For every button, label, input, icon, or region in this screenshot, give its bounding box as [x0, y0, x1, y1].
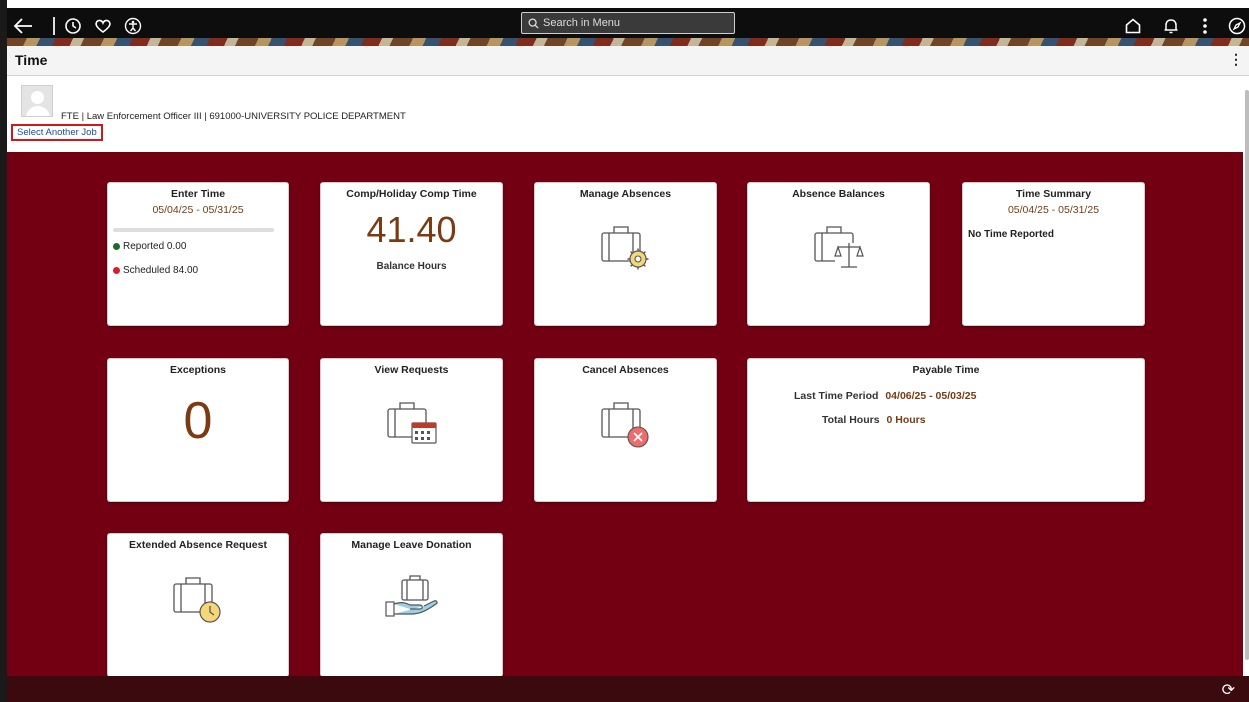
job-header: FTE | Law Enforcement Officer III | 6910… [7, 77, 1243, 152]
tile-title: Payable Time [912, 364, 980, 376]
tile-time-summary[interactable]: Time Summary 05/04/25 - 05/31/25 No Time… [962, 182, 1145, 326]
tile-title: Manage Absences [579, 188, 672, 200]
briefcase-calendar-icon [386, 402, 437, 444]
tile-period: 05/04/25 - 05/31/25 [1007, 204, 1100, 216]
history-clock-icon[interactable] [61, 15, 85, 37]
briefcase-hand-icon [384, 575, 438, 617]
last-period-label: Last Time Period [794, 390, 879, 402]
briefcase-clock-icon [173, 577, 221, 623]
tile-exceptions[interactable]: Exceptions 0 [107, 358, 289, 502]
tile-view-requests[interactable]: View Requests [320, 358, 503, 502]
accessibility-icon[interactable] [121, 15, 145, 37]
briefcase-cancel-icon [600, 402, 649, 448]
total-hours-value: 0 Hours [886, 414, 926, 426]
last-time-period-row: Last Time Period 04/06/25 - 05/03/25 [794, 390, 976, 402]
reported-legend: Reported 0.00 [113, 241, 186, 252]
favorites-heart-icon[interactable] [91, 15, 115, 37]
actions-kebab-icon[interactable] [1193, 15, 1217, 37]
tile-cancel-absences[interactable]: Cancel Absences [534, 358, 717, 502]
comp-balance-value: 41.40 [366, 209, 457, 250]
tile-title: Manage Leave Donation [351, 539, 472, 551]
scheduled-legend: Scheduled 84.00 [113, 265, 198, 276]
tile-comp-holiday-time[interactable]: Comp/Holiday Comp Time 41.40 Balance Hou… [320, 182, 503, 326]
tile-title: Exceptions [169, 364, 227, 376]
tile-title: Extended Absence Request [129, 539, 267, 551]
tile-title: Comp/Holiday Comp Time [346, 188, 477, 200]
page-title-bar: Time ⋮ [7, 46, 1249, 76]
scrollbar-thumb[interactable] [1245, 90, 1249, 660]
top-banner [7, 8, 1249, 46]
navbar-compass-icon[interactable] [1225, 15, 1249, 37]
search-input[interactable] [543, 17, 723, 29]
avatar [21, 85, 53, 117]
tile-title: Enter Time [170, 188, 226, 200]
tile-manage-absences[interactable]: Manage Absences [534, 182, 717, 326]
home-icon[interactable] [1121, 15, 1145, 37]
tile-enter-time[interactable]: Enter Time 05/04/25 - 05/31/25 Reported … [107, 182, 289, 326]
total-hours-row: Total Hours 0 Hours [822, 414, 926, 426]
reported-dot-icon [113, 243, 120, 250]
tile-absence-balances[interactable]: Absence Balances [747, 182, 930, 326]
no-time-reported: No Time Reported [968, 229, 1054, 240]
tile-grid: Enter Time 05/04/25 - 05/31/25 Reported … [7, 152, 1243, 677]
menu-search[interactable] [521, 12, 735, 34]
reported-progress-bar [113, 228, 274, 232]
tile-extended-absence-request[interactable]: Extended Absence Request [107, 533, 289, 677]
total-hours-label: Total Hours [822, 414, 880, 426]
last-period-value: 04/06/25 - 05/03/25 [885, 390, 977, 402]
nav-separator [53, 17, 55, 35]
exceptions-count: 0 [183, 392, 213, 450]
tile-title: Time Summary [1015, 188, 1092, 200]
page-title: Time [15, 52, 48, 68]
select-another-job-link[interactable]: Select Another Job [11, 124, 103, 141]
banner-pattern [7, 38, 1249, 46]
window-edge [0, 0, 7, 702]
tile-title: View Requests [374, 364, 449, 376]
refresh-icon[interactable]: ⟳ [1222, 680, 1235, 700]
tile-title: Cancel Absences [582, 364, 669, 376]
scheduled-dot-icon [113, 267, 120, 274]
tile-title: Absence Balances [792, 188, 885, 200]
page-actions-kebab-icon[interactable]: ⋮ [1229, 51, 1243, 68]
briefcase-gear-icon [600, 226, 648, 270]
tile-manage-leave-donation[interactable]: Manage Leave Donation [320, 533, 503, 677]
scheduled-label: Scheduled 84.00 [123, 265, 199, 276]
balance-hours-label: Balance Hours [376, 261, 447, 272]
search-icon [528, 17, 539, 29]
reported-label: Reported 0.00 [123, 241, 187, 252]
tile-period: 05/04/25 - 05/31/25 [152, 204, 244, 216]
tile-payable-time[interactable]: Payable Time Last Time Period 04/06/25 -… [747, 358, 1145, 502]
back-arrow-icon[interactable] [11, 15, 35, 37]
notifications-bell-icon[interactable] [1159, 15, 1183, 37]
app-window: Time ⋮ FTE | Law Enforcement Officer III… [0, 0, 1249, 702]
briefcase-scale-icon [813, 226, 864, 268]
footer-bar: ⟳ [7, 676, 1249, 702]
job-description: FTE | Law Enforcement Officer III | 6910… [61, 111, 406, 122]
